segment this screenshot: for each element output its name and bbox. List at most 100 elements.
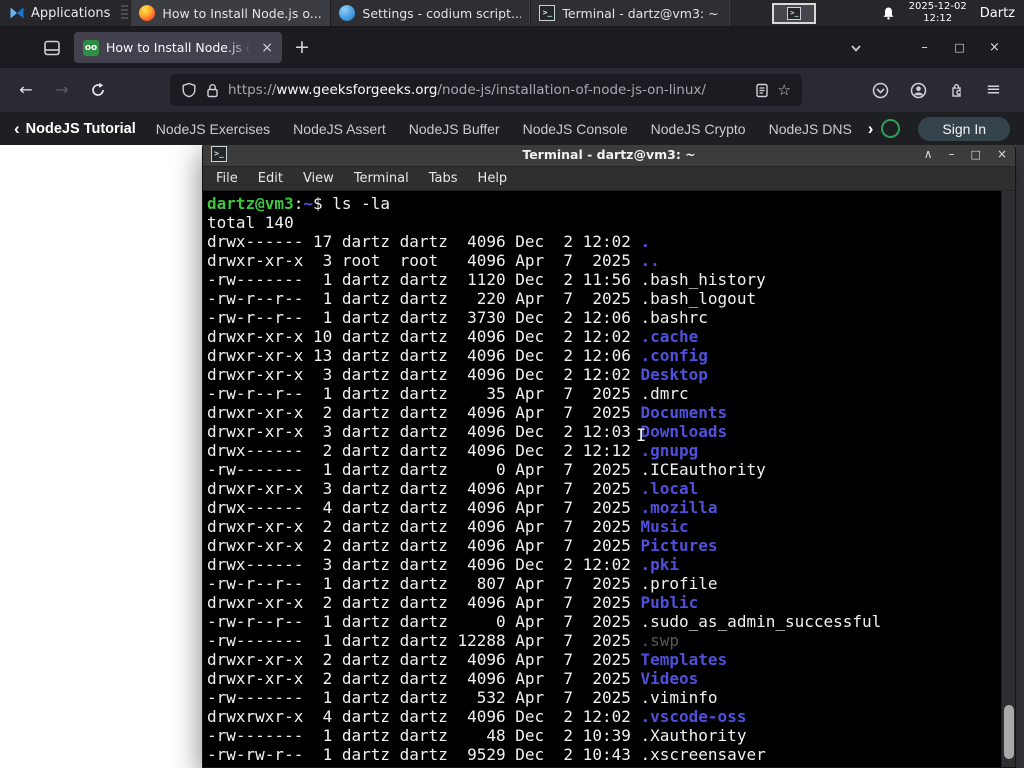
terminal-menu-help[interactable]: Help xyxy=(468,171,518,186)
terminal-line: drwxr-xr-x 3 root root 4096 Apr 7 2025 .… xyxy=(207,251,660,270)
sitenav-link[interactable]: NodeJS Exercises xyxy=(156,121,270,137)
terminal-line: -rw------- 1 dartz dartz 532 Apr 7 2025 … xyxy=(207,688,718,707)
browser-tab[interactable]: oo How to Install Node.js on × xyxy=(74,32,282,63)
account-icon[interactable] xyxy=(910,82,927,99)
terminal-line: drwx------ 4 dartz dartz 4096 Apr 7 2025… xyxy=(207,498,718,517)
terminal-menu-view[interactable]: View xyxy=(293,171,344,186)
vscodium-icon xyxy=(339,5,356,21)
scroll-left-icon[interactable]: ‹ xyxy=(14,120,20,137)
terminal-line: drwxrwxr-x 4 dartz dartz 4096 Dec 2 12:0… xyxy=(207,707,747,726)
site-navbar: ‹ NodeJS Tutorial NodeJS Exercises NodeJS… xyxy=(0,112,1024,145)
terminal-icon: >_ xyxy=(211,146,227,162)
terminal-minimize-button[interactable]: – xyxy=(949,147,955,161)
mouse-ibeam-cursor: I xyxy=(636,426,647,446)
screen: Applications How to Install Node.js o...… xyxy=(0,0,1024,768)
panel-grip xyxy=(121,5,129,21)
terminal-line: drwxr-xr-x 2 dartz dartz 4096 Apr 7 2025… xyxy=(207,593,699,612)
terminal-line: dartz@vm3:~$ ls -la xyxy=(207,194,391,213)
forward-button[interactable]: → xyxy=(54,82,70,98)
new-tab-button[interactable]: + xyxy=(294,38,310,57)
terminal-body[interactable]: dartz@vm3:~$ ls -la total 140 drwx------ 1… xyxy=(203,191,1015,767)
sitenav-link[interactable]: NodeJS Buffer xyxy=(409,121,500,137)
notification-bell-icon[interactable] xyxy=(881,6,896,21)
workspace-pager[interactable]: >_ xyxy=(772,2,817,24)
search-icon[interactable] xyxy=(881,119,901,138)
bookmark-star-icon[interactable]: ☆ xyxy=(778,81,791,99)
terminal-scrollbar-thumb[interactable] xyxy=(1004,705,1014,759)
terminal-line: -rw-r--r-- 1 dartz dartz 3730 Dec 2 12:0… xyxy=(207,308,708,327)
lock-icon[interactable] xyxy=(206,83,219,98)
taskbar-window-terminal[interactable]: >_ Terminal - dartz@vm3: ~ xyxy=(530,0,731,26)
terminal-line: -rw------- 1 dartz dartz 12288 Apr 7 202… xyxy=(207,631,680,650)
clock-date: 2025-12-02 xyxy=(908,1,967,13)
scroll-right-icon[interactable]: › xyxy=(868,120,874,137)
sitenav-link[interactable]: NodeJS Crypto xyxy=(651,121,746,137)
applications-label: Applications xyxy=(31,5,111,21)
terminal-line: -rw------- 1 dartz dartz 0 Apr 7 2025 .I… xyxy=(207,460,766,479)
terminal-line: -rw-r--r-- 1 dartz dartz 0 Apr 7 2025 .s… xyxy=(207,612,882,631)
geeksforgeeks-favicon: oo xyxy=(83,39,99,56)
firefox-view-icon[interactable] xyxy=(42,38,62,58)
terminal-line: drwxr-xr-x 2 dartz dartz 4096 Apr 7 2025… xyxy=(207,536,718,555)
reload-icon[interactable] xyxy=(90,82,106,98)
clock[interactable]: 2025-12-02 12:12 xyxy=(909,1,967,25)
terminal-menu-terminal[interactable]: Terminal xyxy=(344,171,419,186)
terminal-line: total 140 xyxy=(207,213,294,232)
sitenav-link[interactable]: NodeJS Console xyxy=(523,121,628,137)
taskbar-window-label: Terminal - dartz@vm3: ~ xyxy=(562,5,719,21)
window-close-button[interactable]: × xyxy=(977,40,1012,55)
terminal-line: drwxr-xr-x 2 dartz dartz 4096 Apr 7 2025… xyxy=(207,517,689,536)
list-all-tabs-icon[interactable] xyxy=(849,41,863,55)
sitenav-links: NodeJS Exercises NodeJS Assert NodeJS Buff… xyxy=(156,121,868,137)
terminal-icon: >_ xyxy=(787,6,802,20)
taskbar-window-vscodium[interactable]: Settings - codium script... xyxy=(330,0,531,26)
tracking-shield-icon[interactable] xyxy=(181,82,197,98)
hamburger-menu-icon[interactable]: ≡ xyxy=(986,81,1001,99)
reader-view-icon[interactable] xyxy=(755,83,769,98)
tab-close-icon[interactable]: × xyxy=(261,41,273,55)
url-bar[interactable]: https://www.geeksforgeeks.org/node-js/in… xyxy=(170,74,802,106)
terminal-menubar: File Edit View Terminal Tabs Help xyxy=(203,167,1015,191)
url-protocol: https:// xyxy=(228,82,277,98)
taskbar: Applications How to Install Node.js o...… xyxy=(0,0,1024,27)
window-maximize-button[interactable]: □ xyxy=(942,41,977,54)
sitenav-link[interactable]: NodeJS DNS xyxy=(769,121,852,137)
terminal-output: dartz@vm3:~$ ls -la total 140 drwx------ 1… xyxy=(207,194,1015,764)
terminal-line: -rw-r--r-- 1 dartz dartz 807 Apr 7 2025 … xyxy=(207,574,718,593)
navbar-right-icons: ≡ xyxy=(872,81,1014,99)
terminal-line: -rw-r--r-- 1 dartz dartz 220 Apr 7 2025 … xyxy=(207,289,757,308)
terminal-icon: >_ xyxy=(539,5,556,21)
back-button[interactable]: ← xyxy=(18,82,34,98)
terminal-menu-edit[interactable]: Edit xyxy=(248,171,293,186)
page-scrollbar[interactable] xyxy=(1016,145,1024,768)
taskbar-window-label: How to Install Node.js o... xyxy=(162,5,322,21)
terminal-window: >_ Terminal - dartz@vm3: ~ ∧ – □ × File E… xyxy=(202,141,1016,768)
terminal-line: drwxr-xr-x 13 dartz dartz 4096 Dec 2 12:… xyxy=(207,346,708,365)
terminal-line: drwx------ 3 dartz dartz 4096 Dec 2 12:0… xyxy=(207,555,680,574)
terminal-line: -rw------- 1 dartz dartz 1120 Dec 2 11:5… xyxy=(207,270,766,289)
applications-menu[interactable]: Applications xyxy=(0,0,119,26)
terminal-shade-button[interactable]: ∧ xyxy=(924,147,933,161)
terminal-line: drwxr-xr-x 2 dartz dartz 4096 Apr 7 2025… xyxy=(207,650,728,669)
terminal-titlebar[interactable]: >_ Terminal - dartz@vm3: ~ ∧ – □ × xyxy=(203,142,1015,167)
extensions-puzzle-icon[interactable] xyxy=(948,82,965,99)
user-menu[interactable]: Dartz xyxy=(980,6,1015,21)
terminal-menu-tabs[interactable]: Tabs xyxy=(419,171,468,186)
terminal-line: drwxr-xr-x 2 dartz dartz 4096 Apr 7 2025… xyxy=(207,403,728,422)
tabbar-right: – □ × xyxy=(849,40,1012,55)
url-text[interactable]: https://www.geeksforgeeks.org/node-js/in… xyxy=(228,82,746,98)
window-minimize-button[interactable]: – xyxy=(907,40,942,55)
taskbar-window-firefox[interactable]: How to Install Node.js o... xyxy=(130,0,331,26)
terminal-close-button[interactable]: × xyxy=(997,147,1007,161)
terminal-line: drwxr-xr-x 3 dartz dartz 4096 Apr 7 2025… xyxy=(207,479,699,498)
sitenav-link[interactable]: NodeJS Assert xyxy=(293,121,386,137)
terminal-scrollbar[interactable] xyxy=(1001,191,1015,767)
taskbar-window-label: Settings - codium script... xyxy=(362,5,522,21)
terminal-line: drwxr-xr-x 2 dartz dartz 4096 Apr 7 2025… xyxy=(207,669,699,688)
sitenav-back-link[interactable]: NodeJS Tutorial xyxy=(26,121,136,137)
terminal-maximize-button[interactable]: □ xyxy=(971,148,981,161)
sign-in-button[interactable]: Sign In xyxy=(918,116,1010,141)
terminal-menu-file[interactable]: File xyxy=(206,171,248,186)
pocket-icon[interactable] xyxy=(872,82,889,99)
url-host: www.geeksforgeeks.org xyxy=(276,82,438,98)
